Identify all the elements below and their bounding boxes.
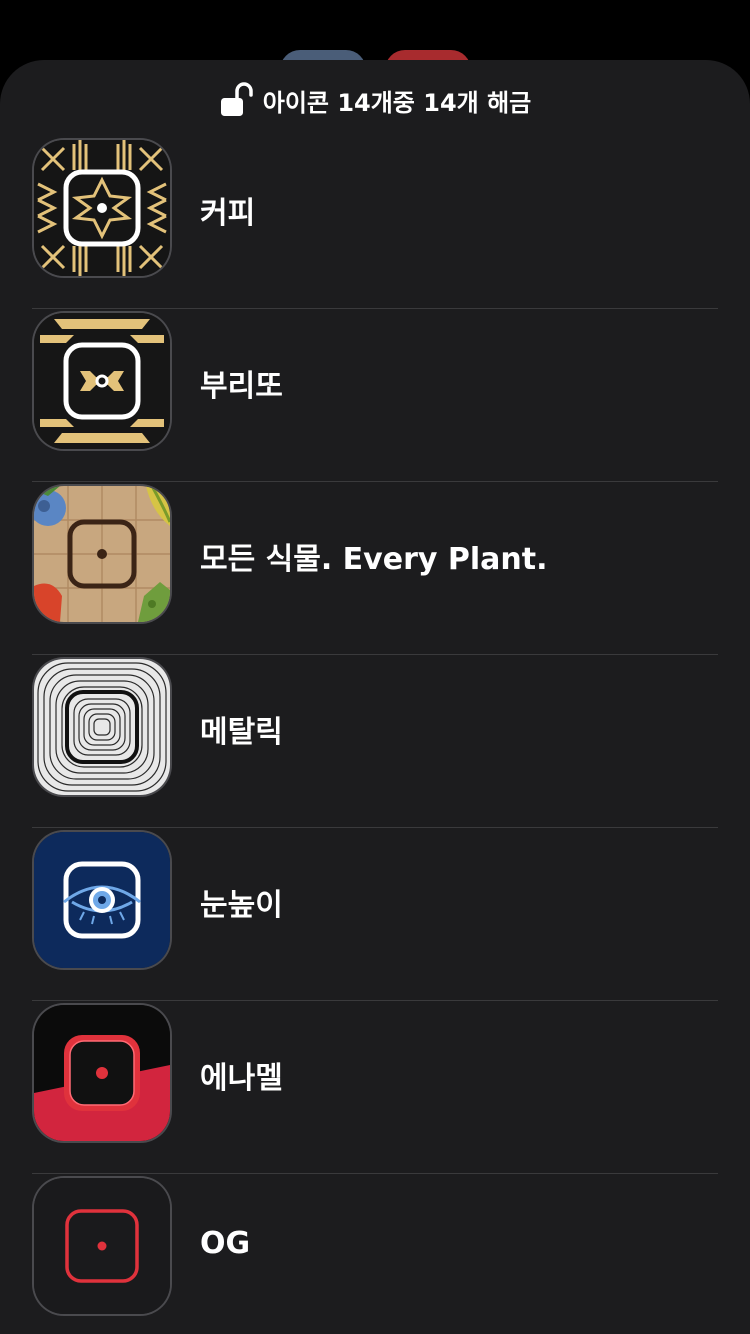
icon-option-burrito[interactable]: 부리또	[0, 309, 750, 482]
unlock-status-header: 아이콘 14개중 14개 해금	[0, 80, 750, 120]
coffee-pattern-icon	[34, 140, 170, 276]
icon-option-every-plant[interactable]: 모든 식물. Every Plant.	[0, 482, 750, 655]
metallic-icon	[34, 659, 170, 795]
og-icon	[34, 1178, 170, 1314]
icon-option-label: 에나멜	[200, 1061, 283, 1096]
icon-option-metallic[interactable]: 메탈릭	[0, 655, 750, 828]
unlocked-lock-icon	[219, 82, 253, 118]
icon-option-label: 커피	[200, 196, 256, 231]
icon-option-eye-level[interactable]: 눈높이	[0, 828, 750, 1001]
every-plant-icon	[34, 486, 170, 622]
icon-option-label: 부리또	[200, 369, 283, 404]
icon-option-label: 메탈릭	[200, 715, 283, 750]
unlock-count-text: 아이콘 14개중 14개 해금	[262, 88, 532, 117]
burrito-pattern-icon	[34, 313, 170, 449]
icon-option-label: 눈높이	[200, 888, 283, 923]
icon-option-coffee[interactable]: 커피	[0, 136, 750, 309]
icon-option-label: OG	[200, 1226, 251, 1261]
eye-level-icon	[34, 832, 170, 968]
icon-option-label: 모든 식물. Every Plant.	[200, 542, 548, 577]
icon-option-og[interactable]: OG	[0, 1174, 750, 1334]
enamel-icon	[34, 1005, 170, 1141]
icon-list: 커피 부리또 모든 식물. Every Plant. 메탈릭 눈높이 에나멜 O…	[0, 136, 750, 1334]
icon-option-enamel[interactable]: 에나멜	[0, 1001, 750, 1174]
icon-picker-sheet: 아이콘 14개중 14개 해금 커피 부리또 모든 식물. Every Plan…	[0, 60, 750, 1334]
